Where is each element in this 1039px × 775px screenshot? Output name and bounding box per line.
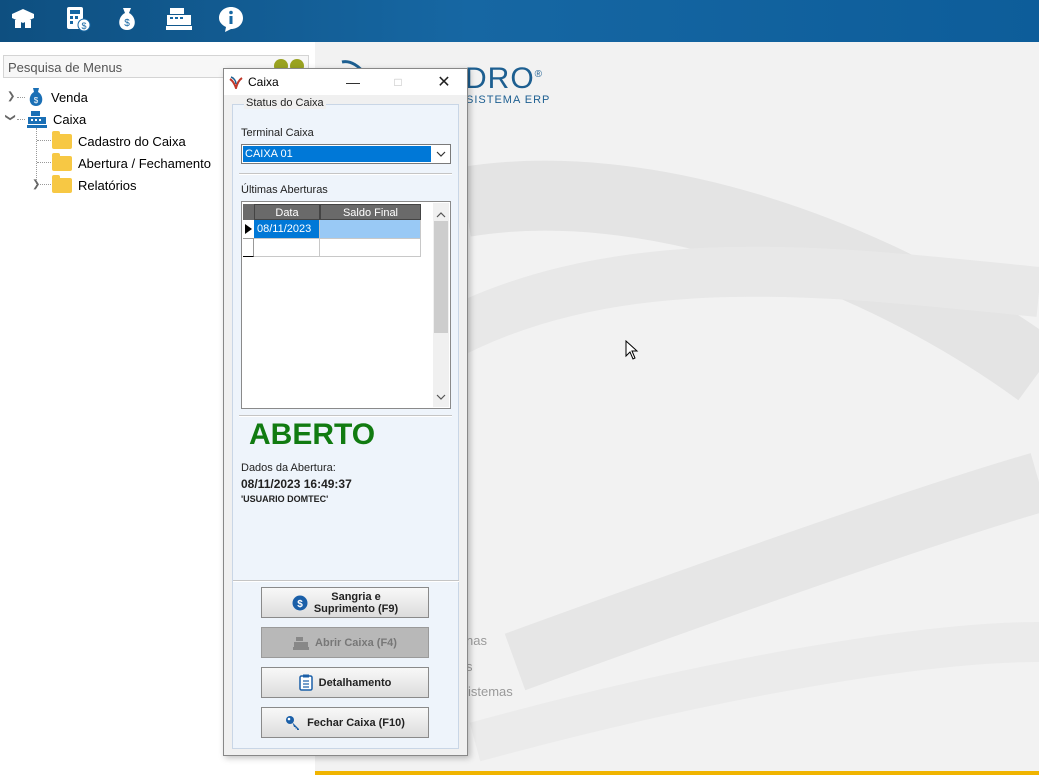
tree-item-label: Relatórios bbox=[78, 177, 137, 193]
scroll-down-icon[interactable] bbox=[436, 389, 446, 403]
logo-text: DRO® bbox=[465, 62, 544, 95]
openings-grid[interactable]: Data Saldo Final 08/11/2023 bbox=[241, 201, 451, 409]
tree-item-relatorios[interactable]: Relatórios bbox=[52, 174, 137, 196]
svg-text:$: $ bbox=[124, 18, 130, 29]
row-indicator-icon bbox=[243, 220, 254, 239]
maximize-button: □ bbox=[394, 75, 402, 89]
tree-item-venda[interactable]: $ Venda bbox=[27, 86, 88, 108]
key-icon bbox=[285, 715, 301, 731]
open-data-label: Dados da Abertura: bbox=[241, 462, 336, 474]
calculator-money-icon[interactable]: $ bbox=[62, 4, 92, 34]
money-bag-icon: $ bbox=[29, 88, 43, 106]
clipboard-icon bbox=[298, 674, 313, 691]
grid-cell-empty[interactable] bbox=[320, 239, 421, 257]
tree-item-label: Abertura / Fechamento bbox=[78, 155, 211, 171]
app-logo-icon bbox=[229, 76, 243, 89]
tree-connector bbox=[17, 119, 25, 120]
mouse-cursor-icon bbox=[625, 340, 639, 360]
grid-cell-empty[interactable] bbox=[254, 239, 320, 257]
status-group: Status do Caixa Terminal Caixa CAIXA 01 … bbox=[232, 97, 459, 749]
svg-text:$: $ bbox=[34, 96, 39, 105]
tree-item-label: Venda bbox=[51, 89, 88, 105]
folder-icon bbox=[52, 152, 72, 171]
search-placeholder: Pesquisa de Menus bbox=[8, 60, 123, 75]
info-icon[interactable] bbox=[216, 4, 246, 34]
cash-register-icon bbox=[27, 111, 47, 128]
chevron-right-icon[interactable]: ❯ bbox=[7, 91, 15, 102]
dollar-coin-icon: $ bbox=[292, 595, 308, 611]
abrir-caixa-button: Abrir Caixa (F4) bbox=[261, 627, 429, 658]
tree-connector bbox=[17, 97, 25, 98]
last-openings-label: Últimas Aberturas bbox=[241, 184, 328, 196]
dialog-title: Caixa bbox=[248, 75, 279, 89]
detalhamento-button[interactable]: Detalhamento bbox=[261, 667, 429, 698]
tree-item-caixa[interactable]: Caixa bbox=[27, 108, 86, 130]
cash-register-icon[interactable] bbox=[164, 4, 194, 34]
grid-cell-data[interactable]: 08/11/2023 bbox=[254, 220, 320, 239]
grid-cell-saldo[interactable] bbox=[320, 220, 421, 239]
divider bbox=[239, 173, 452, 175]
grid-header-data[interactable]: Data bbox=[254, 204, 320, 220]
button-label: Fechar Caixa (F10) bbox=[307, 716, 405, 729]
terminal-label: Terminal Caixa bbox=[241, 127, 314, 139]
group-title: Status do Caixa bbox=[244, 97, 326, 109]
tree-connector bbox=[37, 162, 51, 163]
tree-connector bbox=[37, 140, 51, 141]
terminal-select-value: CAIXA 01 bbox=[243, 146, 431, 162]
grid-header-saldo[interactable]: Saldo Final bbox=[320, 204, 421, 220]
chevron-down-icon[interactable]: ❯ bbox=[5, 113, 16, 121]
logo-subtitle: SISTEMA ERP bbox=[466, 94, 551, 106]
cash-register-icon bbox=[293, 636, 310, 650]
background-link[interactable]: istemas bbox=[468, 684, 513, 699]
shipping-icon[interactable] bbox=[8, 4, 38, 34]
tree-item-label: Cadastro do Caixa bbox=[78, 133, 186, 149]
button-label: Abrir Caixa (F4) bbox=[315, 636, 397, 649]
grid-corner bbox=[243, 204, 254, 220]
folder-icon bbox=[52, 174, 72, 193]
close-button[interactable]: ✕ bbox=[429, 71, 459, 93]
grid-scrollbar[interactable] bbox=[433, 203, 449, 407]
sangria-suprimento-button[interactable]: $ Sangria e Suprimento (F9) bbox=[261, 587, 429, 618]
new-row-indicator bbox=[243, 239, 254, 257]
top-toolbar: $ $ bbox=[0, 0, 1039, 42]
svg-text:$: $ bbox=[81, 21, 86, 31]
tree-item-label: Caixa bbox=[53, 111, 87, 127]
background-link[interactable]: nas bbox=[466, 633, 487, 648]
scroll-thumb[interactable] bbox=[434, 221, 448, 333]
dialog-titlebar[interactable]: Caixa — □ ✕ bbox=[224, 69, 467, 95]
tree-connector bbox=[40, 184, 51, 185]
svg-text:$: $ bbox=[297, 599, 303, 610]
money-bag-icon[interactable]: $ bbox=[112, 4, 142, 34]
accent-line bbox=[315, 771, 1039, 775]
divider bbox=[239, 415, 452, 417]
divider bbox=[233, 580, 459, 582]
open-user: 'USUARIO DOMTEC' bbox=[241, 494, 329, 504]
chevron-down-icon[interactable] bbox=[433, 146, 449, 162]
tree-item-cadastro-caixa[interactable]: Cadastro do Caixa bbox=[52, 130, 186, 152]
minimize-button[interactable]: — bbox=[338, 71, 368, 93]
fechar-caixa-button[interactable]: Fechar Caixa (F10) bbox=[261, 707, 429, 738]
tree-item-abertura-fechamento[interactable]: Abertura / Fechamento bbox=[52, 152, 211, 174]
button-label: Sangria e Suprimento (F9) bbox=[313, 590, 399, 615]
button-label: Detalhamento bbox=[318, 676, 392, 689]
caixa-status: ABERTO bbox=[249, 418, 376, 451]
caixa-dialog: Caixa — □ ✕ Status do Caixa Terminal Cai… bbox=[223, 68, 468, 756]
chevron-right-icon[interactable]: ❯ bbox=[32, 179, 40, 190]
open-datetime: 08/11/2023 16:49:37 bbox=[241, 477, 352, 491]
terminal-select[interactable]: CAIXA 01 bbox=[241, 144, 451, 164]
scroll-up-icon[interactable] bbox=[436, 207, 446, 221]
folder-icon bbox=[52, 130, 72, 149]
